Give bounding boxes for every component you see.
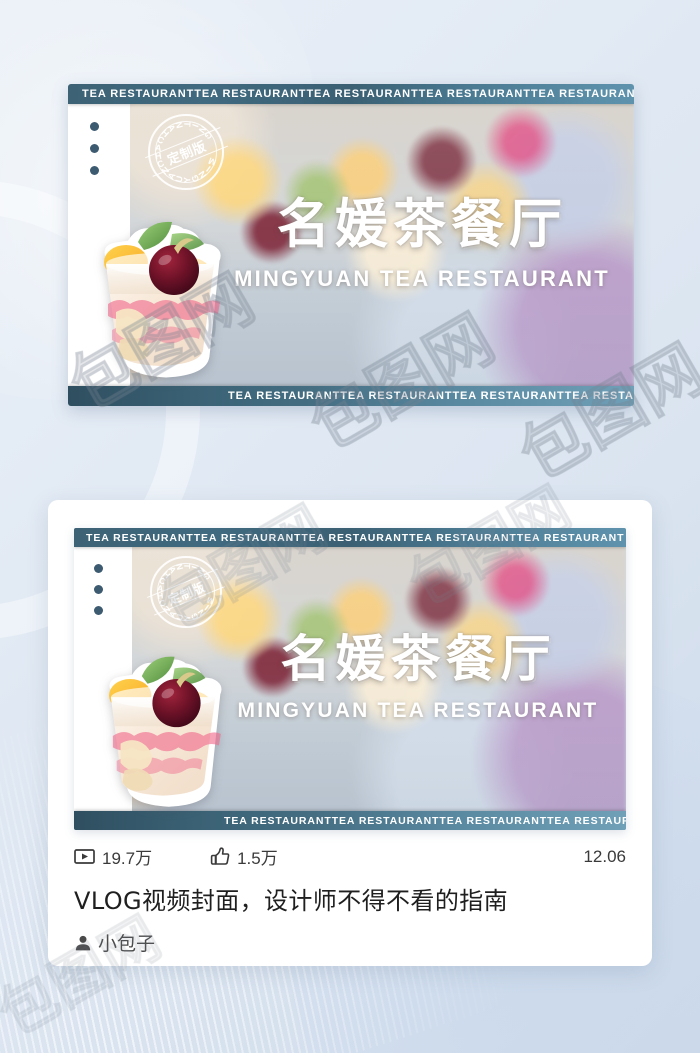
dessert-cup-illustration <box>104 221 221 378</box>
card-banner-headline: 名媛茶餐厅 MINGYUAN TEA RESTAURANT <box>226 634 610 721</box>
banner-preview-standalone: TEA RESTAURANT TEA RESTAURANT TEA RESTAU… <box>68 84 634 406</box>
marquee-label: TEA RESTAURANT <box>547 814 626 827</box>
marquee-label: TEA RESTAURANT <box>409 531 517 544</box>
thumbs-up-icon <box>210 847 230 866</box>
publish-date: 12.06 <box>583 846 626 866</box>
dot-indicator <box>94 564 103 573</box>
marquee-label: TEA RESTAURANT <box>564 390 634 402</box>
marquee-label: TEA RESTAURANT <box>306 88 419 100</box>
marquee-label: TEA RESTAURANT <box>418 88 531 100</box>
marquee-label: TEA RESTAURANT <box>340 390 453 402</box>
card-marquee-strip-top: TEA RESTAURANT TEA RESTAURANT TEA RESTAU… <box>74 528 626 547</box>
marquee-label: TEA RESTAURANT <box>82 88 195 100</box>
marquee-label: TEA RESTAURANT <box>516 531 625 544</box>
dot-indicator <box>90 122 99 131</box>
like-count-value: 1.5万 <box>237 849 278 868</box>
marquee-strip-bottom: TEA RESTAURANT TEA RESTAURANT TEA RESTAU… <box>68 386 634 406</box>
marquee-label: TEA RESTAURANT <box>439 814 548 827</box>
banner-headline: 名媛茶餐厅 MINGYUAN TEA RESTAURANT <box>228 198 616 290</box>
card-stats-row: 19.7万 1.5万 12.06 <box>74 844 626 869</box>
dessert-cup-illustration <box>109 656 222 807</box>
card-title[interactable]: VLOG视频封面，设计师不得不看的指南 <box>74 886 626 916</box>
marquee-label: TEA RESTAURANT <box>301 531 410 544</box>
play-icon <box>74 849 95 864</box>
headline-title-en: MINGYUAN TEA RESTAURANT <box>234 266 610 291</box>
marquee-label: TEA RESTAURANT <box>530 88 634 100</box>
video-feed-card[interactable]: TEA RESTAURANT TEA RESTAURANT TEA RESTAU… <box>48 500 652 966</box>
marquee-label: TEA RESTAURANT <box>86 531 194 544</box>
card-dessert-cup-cutout <box>82 646 244 818</box>
headline-title-cn: 名媛茶餐厅 <box>277 194 567 255</box>
dot-indicator <box>90 144 99 153</box>
card-banner-dots-group <box>94 564 103 615</box>
marquee-strip-top: TEA RESTAURANT TEA RESTAURANT TEA RESTAU… <box>68 84 634 104</box>
dot-indicator <box>90 166 99 175</box>
dot-indicator <box>94 585 103 594</box>
play-count-stat: 19.7万 <box>74 844 152 869</box>
card-meta-area: 19.7万 1.5万 12.06 VLOG视频封面，设计师不得不看的指南 小包子 <box>74 844 626 956</box>
headline-title-cn: 名媛茶餐厅 <box>280 630 556 688</box>
dot-indicator <box>94 606 103 615</box>
marquee-label: TEA RESTAURANT <box>228 390 341 402</box>
card-banner-preview: TEA RESTAURANT TEA RESTAURANT TEA RESTAU… <box>74 528 626 830</box>
dessert-cup-cutout <box>76 212 244 388</box>
card-custom-edition-seal: MINGYUANCHACHANTING 定制版 <box>146 556 226 628</box>
custom-edition-seal: MINGYUANCHACHANTING 定制版 <box>144 114 228 190</box>
card-author-row[interactable]: 小包子 <box>74 929 626 956</box>
marquee-label: TEA RESTAURANT <box>193 531 302 544</box>
marquee-label: TEA RESTAURANT <box>452 390 565 402</box>
play-count-value: 19.7万 <box>102 849 153 868</box>
headline-title-en: MINGYUAN TEA RESTAURANT <box>237 699 599 722</box>
marquee-label: TEA RESTAURANT <box>331 814 440 827</box>
card-author-name: 小包子 <box>98 933 156 955</box>
user-icon <box>74 934 92 952</box>
like-count-stat: 1.5万 <box>210 844 278 869</box>
banner-dots-group <box>90 122 99 175</box>
marquee-label: TEA RESTAURANT <box>194 88 307 100</box>
